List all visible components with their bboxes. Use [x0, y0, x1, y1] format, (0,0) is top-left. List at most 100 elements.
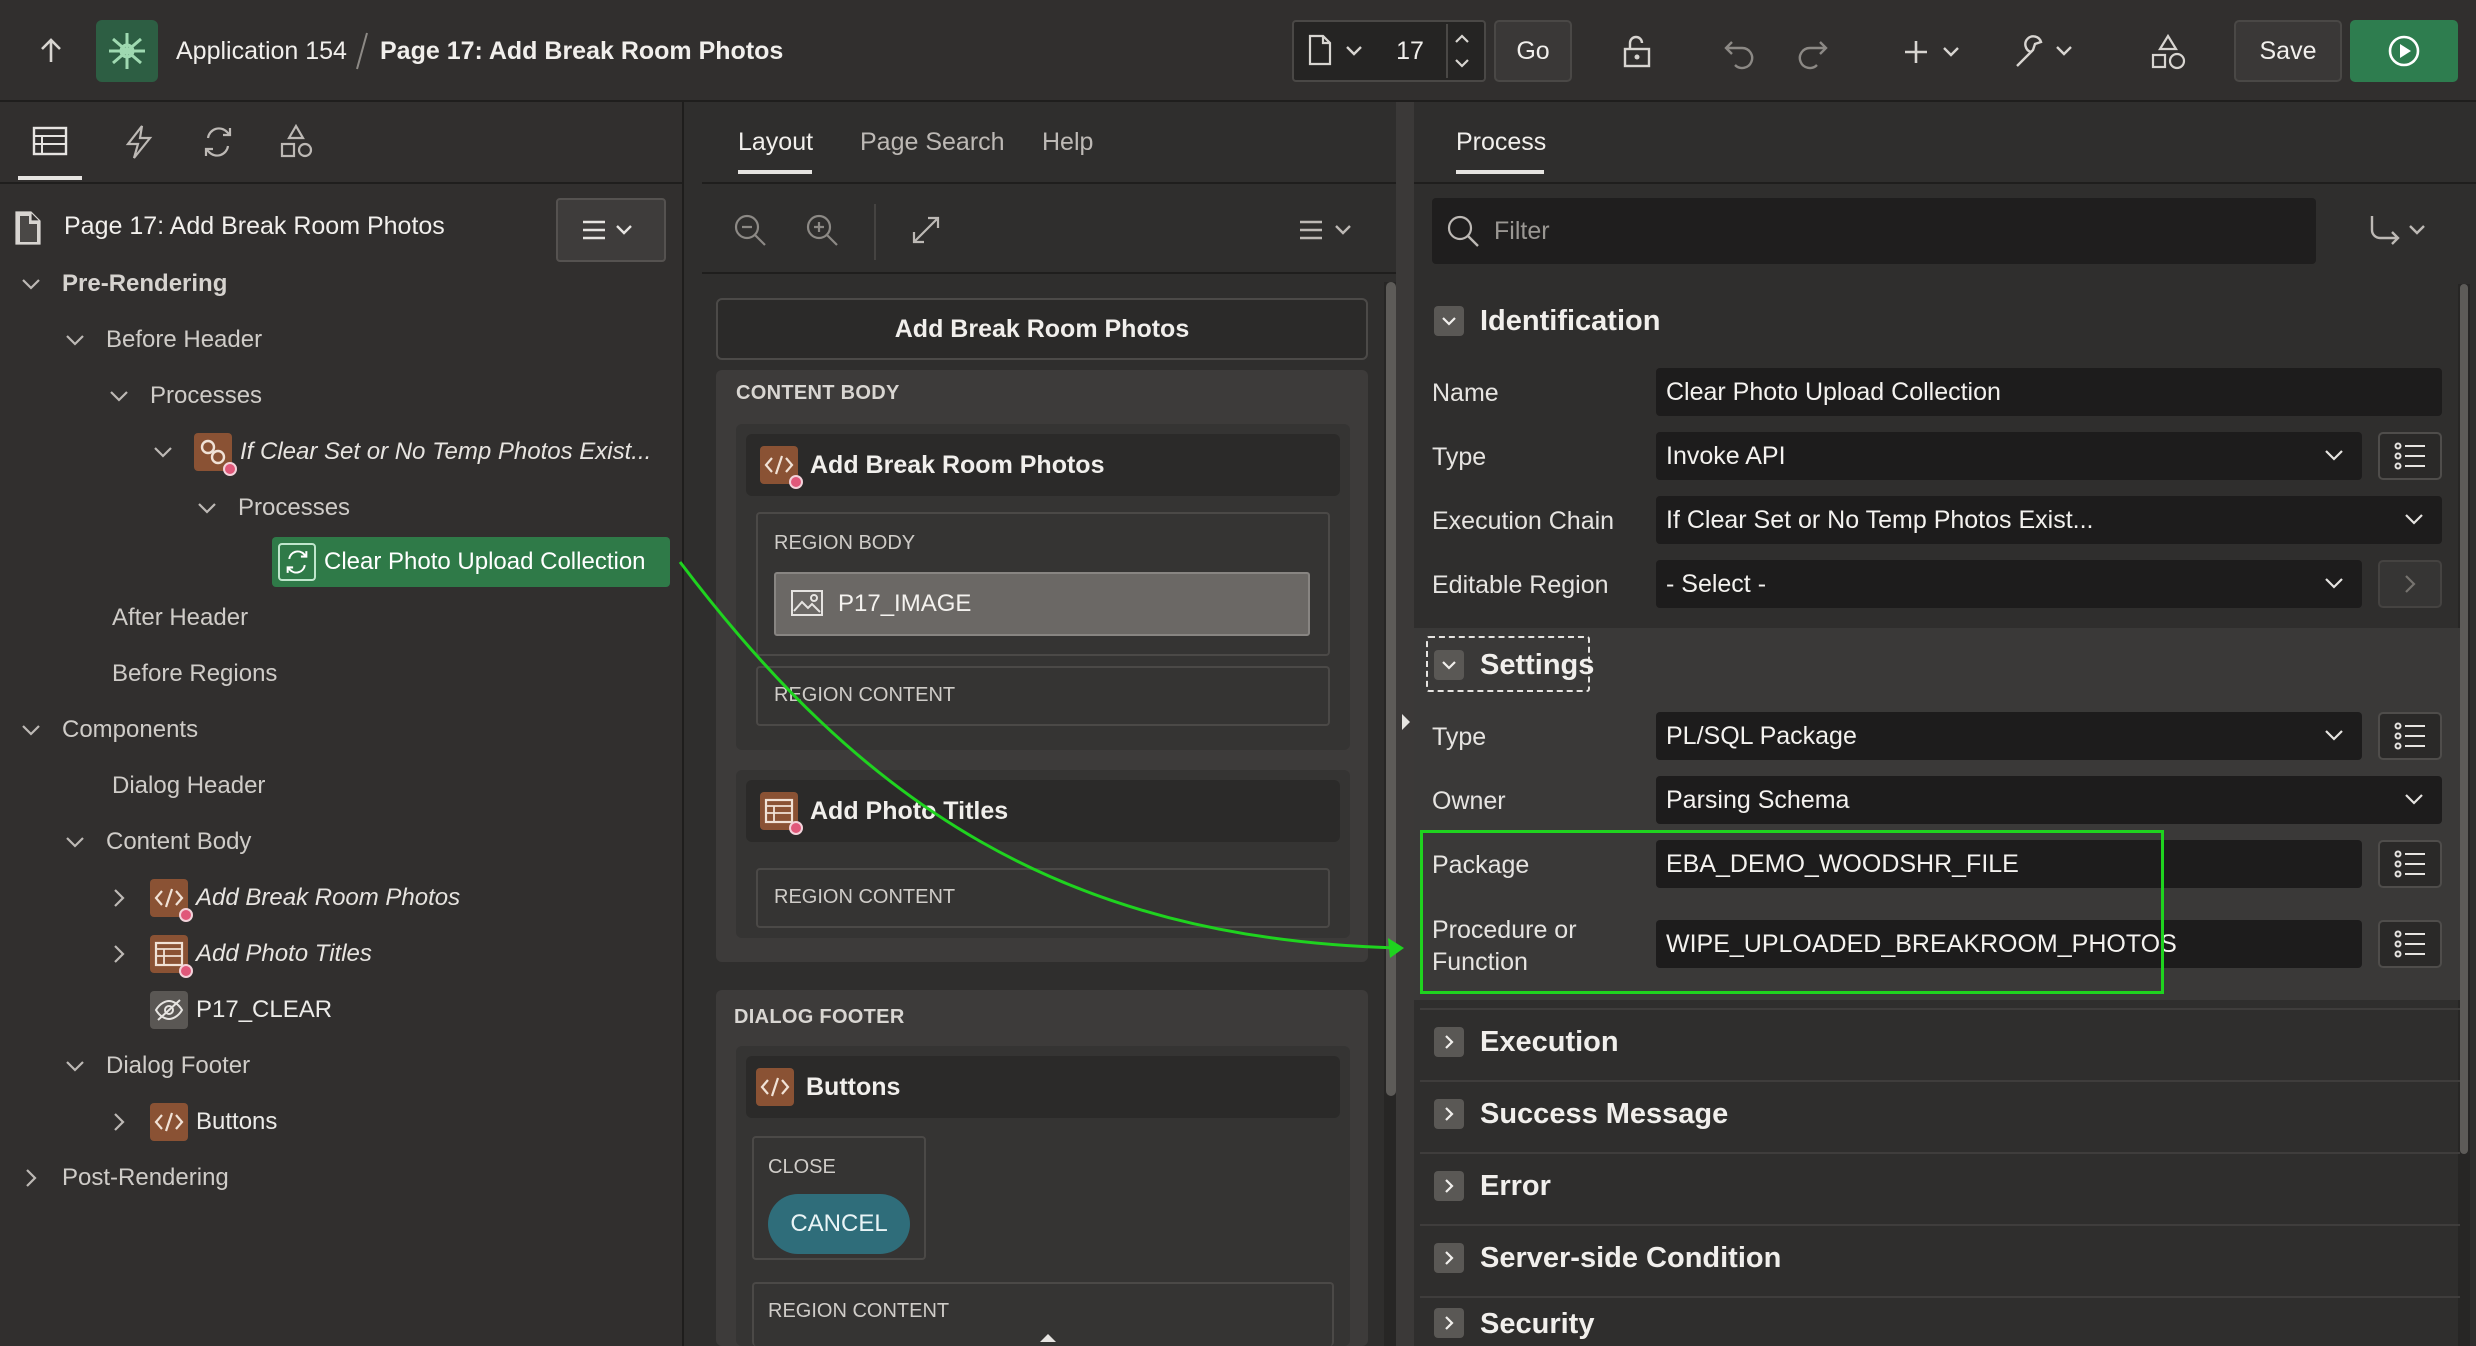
tree-node-pre-rendering[interactable]: Pre-Rendering — [18, 260, 227, 308]
wrench-menu-icon[interactable] — [2010, 30, 2080, 74]
arrow-up-icon[interactable] — [34, 34, 68, 68]
scroll-up-icon[interactable] — [1040, 1332, 1058, 1344]
expand-icon[interactable] — [1434, 1171, 1464, 1201]
go-button[interactable]: Go — [1494, 20, 1572, 82]
list-of-values-button[interactable] — [2378, 840, 2442, 888]
region-header-buttons[interactable]: Buttons — [746, 1056, 1340, 1118]
redo-icon[interactable] — [1790, 30, 1834, 74]
region-header-add-photo-titles[interactable]: Add Photo Titles — [746, 780, 1340, 842]
tree-node-dialog-header[interactable]: Dialog Header — [112, 762, 265, 810]
create-menu-icon[interactable] — [1900, 32, 1970, 72]
chevron-right-icon[interactable] — [106, 885, 132, 911]
section-server-side-condition[interactable]: Server-side Condition — [1420, 1224, 2460, 1290]
tree-node-item-p17-clear[interactable]: P17_CLEAR — [150, 986, 332, 1034]
tree-node-execution-chain[interactable]: If Clear Set or No Temp Photos Exist... — [150, 428, 651, 476]
collapse-icon[interactable] — [1434, 306, 1464, 336]
dialog-footer-caption: DIALOG FOOTER — [734, 1006, 905, 1028]
page-node-label[interactable]: Page 17: Add Break Room Photos — [64, 212, 445, 241]
dynamic-actions-tab-icon[interactable] — [122, 124, 162, 164]
cancel-button[interactable]: CANCEL — [768, 1194, 910, 1254]
chevron-down-icon[interactable] — [62, 327, 88, 353]
collapse-right-icon[interactable] — [1400, 712, 1412, 732]
chevron-right-icon[interactable] — [18, 1165, 44, 1191]
right-splitter[interactable] — [1396, 102, 1414, 1346]
tree-node-before-header[interactable]: Before Header — [62, 316, 262, 364]
tab-page-search[interactable]: Page Search — [860, 128, 1005, 157]
expand-icon[interactable] — [908, 212, 948, 252]
chevron-down-icon[interactable] — [18, 717, 44, 743]
app-name-link[interactable]: Application 154 — [176, 37, 347, 66]
go-to-region-button[interactable] — [2378, 560, 2442, 608]
shared-components-icon[interactable] — [2146, 30, 2190, 74]
chevron-down-icon[interactable] — [18, 271, 44, 297]
shared-components-tab-icon[interactable] — [278, 124, 318, 164]
lock-icon[interactable] — [1616, 30, 1658, 72]
chevron-down-icon[interactable] — [1344, 42, 1364, 60]
layout-page-header[interactable]: Add Break Room Photos — [716, 298, 1368, 360]
expand-icon[interactable] — [1434, 1027, 1464, 1057]
execution-chain-select[interactable]: If Clear Set or No Temp Photos Exist... — [1656, 496, 2442, 544]
tree-node-clear-photo-upload-collection[interactable]: Clear Photo Upload Collection — [278, 538, 646, 586]
tree-node-after-header[interactable]: After Header — [112, 594, 248, 642]
page-stepper[interactable] — [1446, 24, 1476, 78]
section-identification[interactable]: Identification — [1420, 288, 2460, 354]
expand-icon[interactable] — [1434, 1243, 1464, 1273]
save-button[interactable]: Save — [2234, 20, 2342, 82]
rendering-tab-icon[interactable] — [30, 124, 82, 164]
region-header-add-break-room-photos[interactable]: Add Break Room Photos — [746, 434, 1340, 496]
list-of-values-button[interactable] — [2378, 920, 2442, 968]
processing-tab-icon[interactable] — [200, 124, 240, 164]
go-to-group-icon[interactable] — [2368, 212, 2430, 252]
page-number-input[interactable]: 17 — [1380, 37, 1440, 66]
item-p17-image[interactable]: P17_IMAGE — [774, 572, 1310, 636]
zoom-in-icon[interactable] — [804, 212, 844, 252]
name-input[interactable]: Clear Photo Upload Collection — [1656, 368, 2442, 416]
editable-region-select[interactable]: - Select - — [1656, 560, 2362, 608]
expand-icon[interactable] — [1434, 1308, 1464, 1338]
filter-input[interactable]: Filter — [1494, 217, 1550, 246]
chevron-down-icon[interactable] — [194, 495, 220, 521]
list-of-values-button[interactable] — [2378, 432, 2442, 480]
settings-type-select[interactable]: PL/SQL Package — [1656, 712, 2362, 760]
type-select[interactable]: Invoke API — [1656, 432, 2362, 480]
expand-icon[interactable] — [1434, 1099, 1464, 1129]
chevron-right-icon[interactable] — [106, 1109, 132, 1135]
chevron-down-icon[interactable] — [150, 439, 176, 465]
property-scrollbar-thumb[interactable] — [2460, 284, 2468, 1154]
list-of-values-button[interactable] — [2378, 712, 2442, 760]
section-execution[interactable]: Execution — [1420, 1008, 2460, 1074]
undo-icon[interactable] — [1718, 30, 1762, 74]
tree-node-before-regions[interactable]: Before Regions — [112, 650, 277, 698]
section-settings[interactable]: Settings — [1420, 632, 2460, 698]
tree-node-components[interactable]: Components — [18, 706, 198, 754]
run-button[interactable] — [2350, 20, 2458, 82]
chevron-right-icon[interactable] — [106, 941, 132, 967]
tree-node-region-add-photo-titles[interactable]: Add Photo Titles — [106, 930, 372, 978]
page-icon[interactable] — [1306, 32, 1334, 68]
tab-process[interactable]: Process — [1456, 128, 1546, 157]
tree-node-post-rendering[interactable]: Post-Rendering — [18, 1154, 229, 1202]
tree-node-region-add-break-room-photos[interactable]: Add Break Room Photos — [106, 874, 460, 922]
tree-node-sub-processes[interactable]: Processes — [194, 484, 350, 532]
tab-layout[interactable]: Layout — [738, 128, 813, 157]
tree-node-dialog-footer[interactable]: Dialog Footer — [62, 1042, 250, 1090]
chevron-down-icon[interactable] — [106, 383, 132, 409]
chevron-down-icon[interactable] — [62, 1053, 88, 1079]
owner-select[interactable]: Parsing Schema — [1656, 776, 2442, 824]
app-logo-icon[interactable] — [96, 20, 158, 82]
zoom-out-icon[interactable] — [732, 212, 772, 252]
layout-scrollbar-thumb[interactable] — [1386, 282, 1396, 1096]
filter-input-box[interactable] — [1432, 198, 2316, 264]
collapse-icon[interactable] — [1434, 650, 1464, 680]
tree-node-processes[interactable]: Processes — [106, 372, 262, 420]
tree-node-region-buttons[interactable]: Buttons — [106, 1098, 277, 1146]
section-error[interactable]: Error — [1420, 1152, 2460, 1218]
tree-node-content-body[interactable]: Content Body — [62, 818, 251, 866]
layout-menu-icon[interactable] — [1296, 218, 1358, 248]
section-security[interactable]: Security — [1420, 1296, 2460, 1346]
section-success-message[interactable]: Success Message — [1420, 1080, 2460, 1146]
tree-menu-button[interactable] — [556, 198, 666, 262]
tree-label: Post-Rendering — [62, 1164, 229, 1191]
tab-help[interactable]: Help — [1042, 128, 1093, 157]
chevron-down-icon[interactable] — [62, 829, 88, 855]
